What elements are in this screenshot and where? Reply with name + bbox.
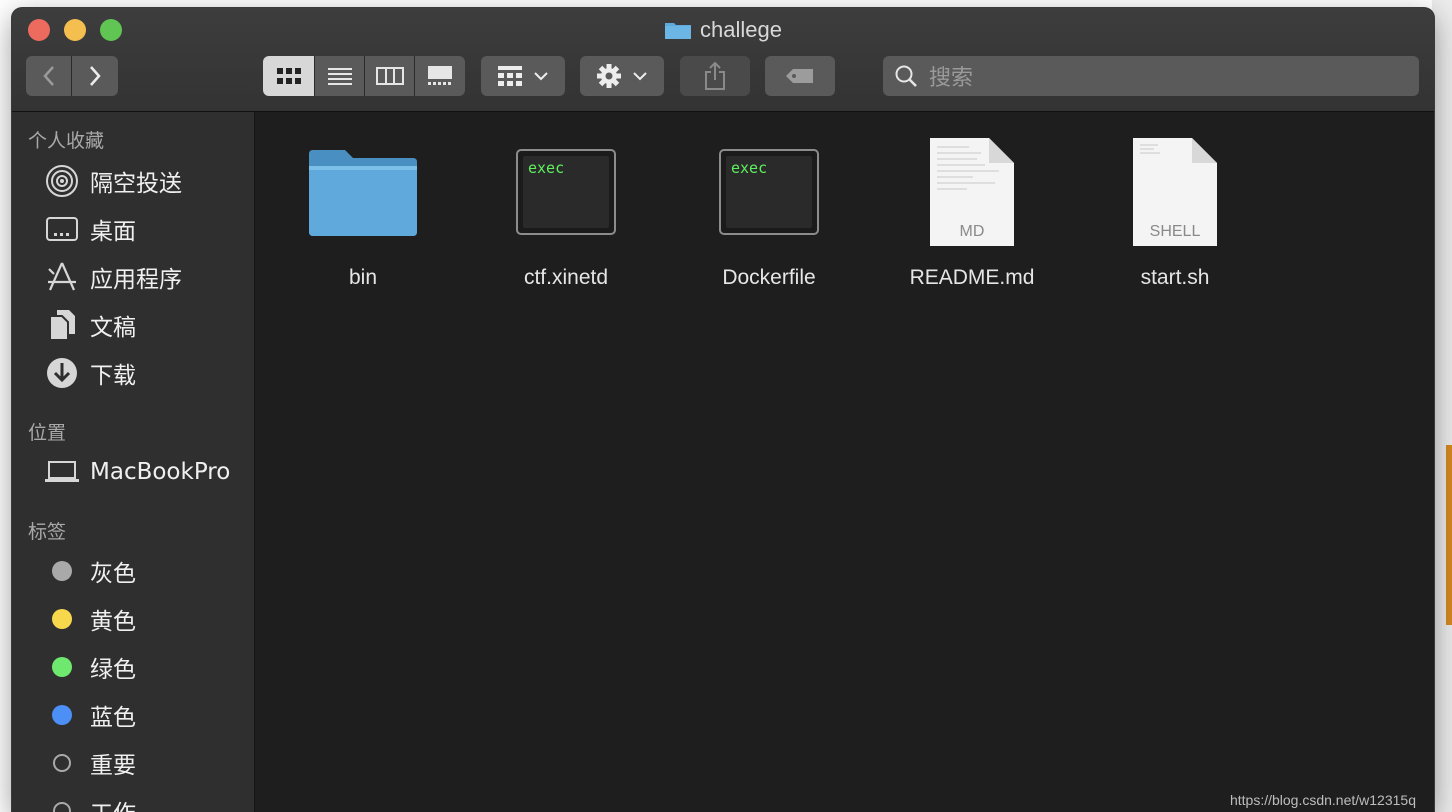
shell-script-icon: SHELL	[1090, 132, 1260, 252]
file-name: ctf.xinetd	[523, 266, 609, 289]
downloads-icon	[44, 355, 80, 391]
applications-icon	[44, 259, 80, 295]
green-tag-dot-icon	[52, 657, 72, 677]
doc-type-badge: SHELL	[1149, 223, 1201, 240]
sidebar-item-label: 下载	[90, 363, 136, 389]
share-icon	[705, 61, 725, 90]
sidebar-item-documents[interactable]: 文稿	[44, 307, 136, 343]
sidebar-item-label: 蓝色	[90, 705, 136, 731]
documents-icon	[44, 307, 80, 343]
file-name: Dockerfile	[722, 266, 816, 289]
doc-type-badge: MD	[959, 223, 985, 240]
blue-tag-dot-icon	[52, 705, 72, 725]
exec-badge: exec	[528, 159, 565, 177]
file-item[interactable]: MD README.md	[887, 132, 1057, 290]
sidebar-item-label: 桌面	[90, 219, 136, 245]
sidebar-tag-yellow[interactable]: 黄色	[44, 601, 136, 637]
desktop-background	[1432, 0, 1452, 812]
view-mode-control	[263, 56, 465, 96]
sidebar-item-downloads[interactable]: 下载	[44, 355, 136, 391]
folder-icon	[665, 23, 692, 39]
tag-button[interactable]	[765, 56, 835, 96]
sidebar: 个人收藏 隔空投送 桌面 应用程序 文稿 下载 位置 MacBookPro 标签…	[12, 112, 255, 812]
sidebar-item-label: 重要	[90, 753, 136, 779]
file-name: README.md	[909, 266, 1035, 289]
empty-tag-dot-icon	[53, 802, 71, 812]
sidebar-item-label: 隔空投送	[90, 171, 182, 197]
airdrop-icon	[44, 163, 80, 199]
watermark: https://blog.csdn.net/w12315q	[1229, 792, 1416, 808]
sidebar-item-macbookpro[interactable]: MacBookPro	[44, 454, 230, 490]
file-item[interactable]: exec Dockerfile	[684, 132, 854, 290]
sidebar-item-applications[interactable]: 应用程序	[44, 259, 182, 295]
folder-icon	[278, 132, 448, 252]
laptop-icon	[44, 454, 80, 490]
icon-view-button[interactable]	[263, 56, 315, 96]
sidebar-tag-important[interactable]: 重要	[44, 745, 136, 781]
file-area: bin exec ctf.xinetd exec Dockerfile MD R…	[255, 112, 1434, 812]
chevron-left-icon	[42, 66, 54, 86]
grid-icon	[276, 68, 301, 84]
title-bar: challege 搜索	[12, 8, 1434, 112]
sidebar-item-label: 工作	[90, 794, 136, 812]
navigation-buttons	[26, 56, 118, 96]
sidebar-item-label: 黄色	[90, 609, 136, 635]
forward-button[interactable]	[72, 56, 118, 96]
sidebar-item-label: 绿色	[90, 657, 136, 683]
file-item[interactable]: bin	[278, 132, 448, 290]
group-button[interactable]	[481, 56, 565, 96]
back-button[interactable]	[26, 56, 72, 96]
background-accent	[1446, 445, 1452, 625]
file-name: bin	[348, 266, 378, 289]
empty-tag-dot-icon	[53, 754, 71, 772]
executable-icon: exec	[481, 132, 651, 252]
sidebar-item-label: 应用程序	[90, 267, 182, 293]
sidebar-header-locations: 位置	[28, 422, 67, 444]
share-button[interactable]	[680, 56, 750, 96]
yellow-tag-dot-icon	[52, 609, 72, 629]
file-name: start.sh	[1140, 266, 1210, 289]
file-item[interactable]: SHELL start.sh	[1090, 132, 1260, 290]
action-button[interactable]	[580, 56, 664, 96]
sidebar-item-label: 灰色	[90, 561, 136, 587]
markdown-document-icon: MD	[887, 132, 1057, 252]
gallery-icon	[428, 66, 452, 85]
finder-window: challege 搜索 个人收藏 隔空投送 桌面 应用程序 文稿 下载 位置 M…	[12, 8, 1434, 812]
search-field[interactable]: 搜索	[883, 56, 1419, 96]
search-icon	[895, 65, 917, 87]
window-title-text: challege	[700, 17, 782, 42]
sidebar-tag-work[interactable]: 工作	[44, 793, 136, 812]
sidebar-item-desktop[interactable]: 桌面	[44, 211, 136, 247]
sidebar-item-label: 文稿	[90, 315, 136, 341]
list-icon	[327, 68, 352, 85]
group-icon	[498, 66, 522, 86]
gallery-view-button[interactable]	[415, 56, 465, 96]
sidebar-header-favorites: 个人收藏	[28, 130, 105, 152]
chevron-down-icon	[534, 72, 548, 81]
sidebar-tag-gray[interactable]: 灰色	[44, 553, 136, 589]
sidebar-tag-green[interactable]: 绿色	[44, 649, 136, 685]
list-view-button[interactable]	[315, 56, 365, 96]
window-title: challege	[12, 17, 1434, 43]
gray-tag-dot-icon	[52, 561, 72, 581]
tag-icon	[786, 69, 813, 83]
sidebar-tag-blue[interactable]: 蓝色	[44, 697, 136, 733]
gear-icon	[597, 64, 621, 88]
executable-icon: exec	[684, 132, 854, 252]
column-view-button[interactable]	[365, 56, 415, 96]
chevron-right-icon	[90, 66, 101, 86]
sidebar-item-label: MacBookPro	[90, 459, 231, 485]
exec-badge: exec	[731, 159, 768, 177]
file-item[interactable]: exec ctf.xinetd	[481, 132, 651, 290]
chevron-down-icon	[633, 72, 647, 81]
sidebar-header-tags: 标签	[28, 521, 67, 543]
columns-icon	[375, 67, 404, 85]
search-placeholder: 搜索	[929, 66, 974, 91]
desktop-icon	[44, 211, 80, 247]
sidebar-item-airdrop[interactable]: 隔空投送	[44, 163, 182, 199]
